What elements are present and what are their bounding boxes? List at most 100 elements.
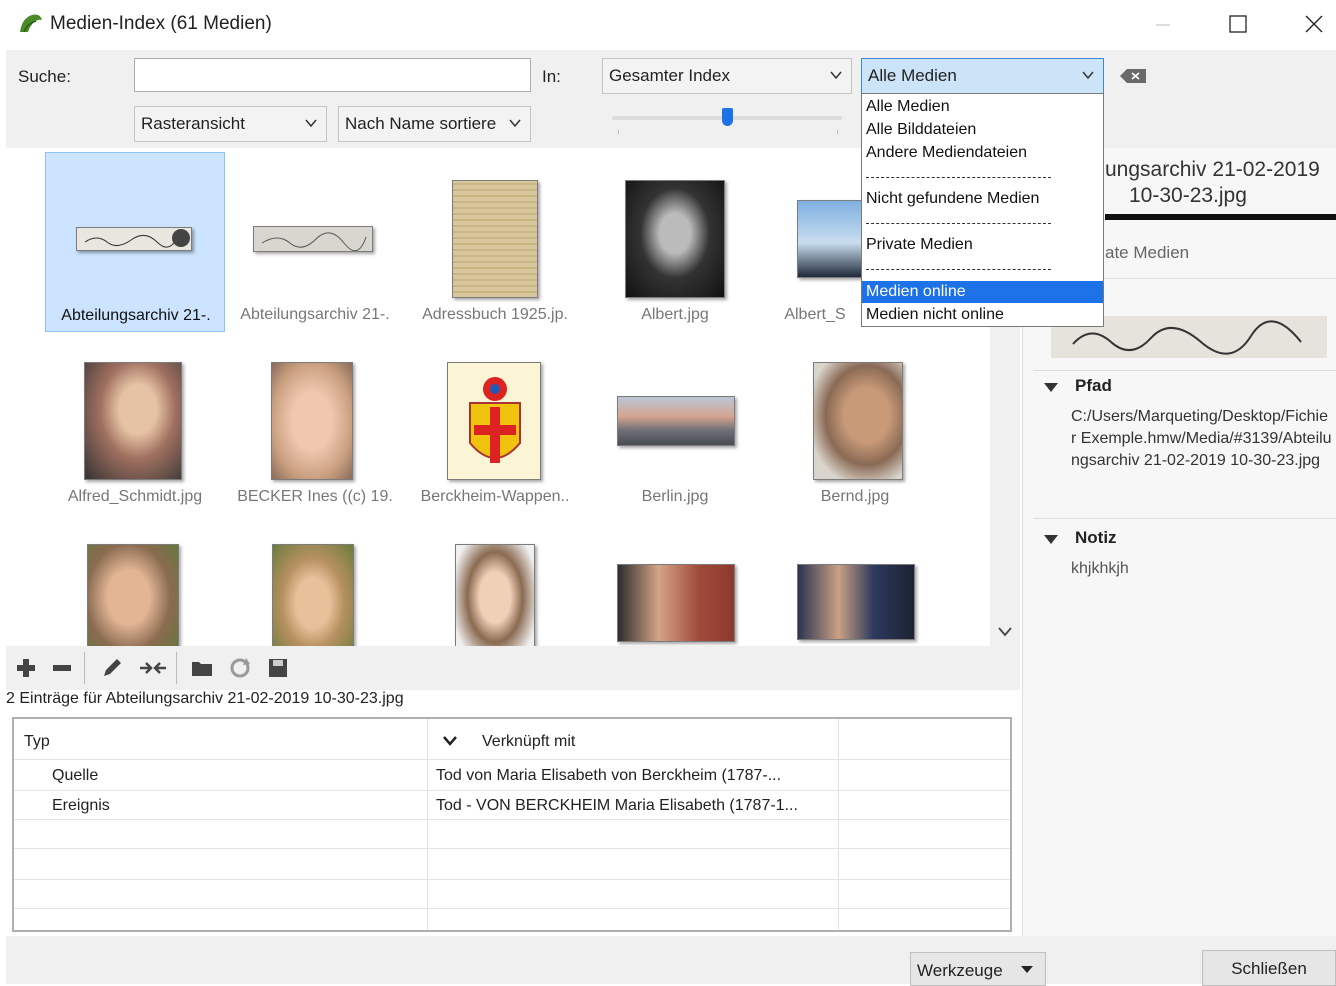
media-item[interactable] <box>405 516 585 646</box>
media-item[interactable] <box>585 516 765 646</box>
scope-select[interactable]: Gesamter Index <box>602 58 852 94</box>
search-label: Suche: <box>18 67 71 86</box>
media-thumbnail <box>272 544 354 646</box>
tools-label: Werkzeuge <box>917 961 1003 980</box>
coat-of-arms-image <box>469 377 521 463</box>
media-item[interactable] <box>765 516 945 646</box>
media-item[interactable]: Abteilungsarchiv 21-. <box>45 152 225 332</box>
column-header-type[interactable]: Typ <box>24 733 50 751</box>
filter-option-other-media[interactable]: Andere Mediendateien <box>862 142 1103 164</box>
section-divider <box>1033 370 1336 371</box>
column-divider <box>838 719 839 930</box>
media-thumbnail <box>253 226 373 252</box>
media-thumbnail <box>84 362 182 480</box>
filter-option-all-images[interactable]: Alle Bilddateien <box>862 119 1103 141</box>
section-divider <box>1033 518 1336 519</box>
collapse-triangle-icon[interactable] <box>1043 532 1059 546</box>
media-thumbnail <box>617 564 735 642</box>
tools-menu-button[interactable]: Werkzeuge <box>910 952 1046 986</box>
note-label: Notiz <box>1075 528 1117 547</box>
media-item[interactable] <box>45 516 225 646</box>
chevron-down-icon <box>830 71 842 80</box>
zoom-slider[interactable] <box>612 108 842 138</box>
media-thumbnail <box>617 396 735 446</box>
media-caption: Alfred_Schmidt.jpg <box>67 488 203 505</box>
media-item[interactable]: Berckheim-Wappen.. <box>405 334 585 514</box>
sort-descending-icon[interactable] <box>442 735 458 747</box>
media-item[interactable]: Berlin.jpg <box>585 334 765 514</box>
refresh-icon[interactable] <box>228 656 252 680</box>
dialog-footer: Werkzeuge Schließen <box>6 936 1336 986</box>
filter-option-offline-media[interactable]: Medien nicht online <box>862 304 1103 326</box>
view-mode-select[interactable]: Rasteransicht <box>134 106 327 142</box>
row-divider <box>14 848 1010 849</box>
link-target-cell[interactable]: Tod - VON BERCKHEIM Maria Elisabeth (178… <box>436 797 798 815</box>
media-caption: Bernd.jpg <box>820 488 890 505</box>
media-item[interactable]: Alfred_Schmidt.jpg <box>45 334 225 514</box>
row-divider <box>14 908 1010 909</box>
minimize-button[interactable] <box>1140 8 1186 42</box>
collapse-triangle-icon[interactable] <box>1043 380 1059 394</box>
media-item[interactable]: Bernd.jpg <box>765 334 945 514</box>
media-thumbnail <box>797 564 915 640</box>
zoom-slider-ticks <box>618 130 838 134</box>
link-target-cell[interactable]: Tod von Maria Elisabeth von Berckheim (1… <box>436 767 781 785</box>
media-filter-value: Alle Medien <box>868 66 957 85</box>
folder-icon[interactable] <box>190 656 214 680</box>
edit-pencil-icon[interactable] <box>100 656 124 680</box>
details-title-line2: 10-30-23.jpg <box>1129 184 1247 207</box>
media-caption: Albert_S <box>784 306 846 323</box>
clear-filter-icon[interactable] <box>1118 66 1148 86</box>
media-thumbnail <box>76 227 192 251</box>
dropdown-arrow-icon <box>1021 966 1033 973</box>
toolbar-separator <box>176 652 177 684</box>
scope-label: In: <box>542 67 561 86</box>
column-header-linked[interactable]: Verknüpft mit <box>482 733 575 751</box>
dropdown-separator <box>866 177 1051 178</box>
filter-option-missing-media[interactable]: Nicht gefundene Medien <box>862 188 1103 210</box>
media-caption: Abteilungsarchiv 21-. <box>240 306 390 323</box>
media-filter-select[interactable]: Alle Medien <box>861 58 1104 94</box>
media-actions-toolbar <box>6 646 1020 690</box>
media-caption: Berlin.jpg <box>641 488 709 505</box>
media-item[interactable]: Albert.jpg <box>585 152 765 332</box>
remove-icon[interactable] <box>50 656 74 680</box>
column-divider <box>427 719 428 930</box>
link-type-cell[interactable]: Ereignis <box>52 797 110 815</box>
media-filter-dropdown: Alle Medien Alle Bilddateien Andere Medi… <box>861 93 1104 327</box>
save-icon[interactable] <box>266 656 290 680</box>
maximize-button[interactable] <box>1214 8 1260 42</box>
media-caption: Albert.jpg <box>641 306 709 323</box>
close-window-button[interactable] <box>1290 8 1336 42</box>
sort-value: Nach Name sortiere <box>345 114 497 133</box>
media-item[interactable]: Adressbuch 1925.jp. <box>405 152 585 332</box>
media-caption: BECKER Ines ((c) 19. <box>237 488 393 505</box>
media-thumbnail <box>447 362 541 480</box>
replace-arrows-icon[interactable] <box>138 656 168 680</box>
links-table: Typ Verknüpft mit Quelle Tod von Maria E… <box>12 717 1012 932</box>
filter-option-private-media[interactable]: Private Medien <box>862 234 1103 256</box>
media-item[interactable] <box>225 516 405 646</box>
privacy-status: ate Medien <box>1105 243 1190 262</box>
filter-option-all-media[interactable]: Alle Medien <box>862 96 1103 118</box>
link-type-cell[interactable]: Quelle <box>52 767 98 785</box>
search-input[interactable] <box>134 58 531 92</box>
add-icon[interactable] <box>14 656 38 680</box>
details-title-line1: ungsarchiv 21-02-2019 <box>1105 158 1320 181</box>
window-title: Medien-Index (61 Medien) <box>50 13 272 34</box>
path-label: Pfad <box>1075 376 1112 395</box>
media-item[interactable]: BECKER Ines ((c) 19. <box>225 334 405 514</box>
maximize-icon <box>1229 15 1247 33</box>
toolbar-separator <box>84 652 85 684</box>
signature-image <box>84 229 190 248</box>
media-thumbnail <box>455 544 535 646</box>
scroll-down-icon[interactable] <box>997 626 1013 638</box>
close-button[interactable]: Schließen <box>1202 950 1336 986</box>
media-item[interactable]: Abteilungsarchiv 21-. <box>225 152 405 332</box>
filter-option-online-media[interactable]: Medien online <box>862 281 1103 303</box>
zoom-slider-thumb[interactable] <box>722 108 733 126</box>
row-divider <box>14 759 1010 760</box>
sort-select[interactable]: Nach Name sortiere <box>338 106 531 142</box>
media-thumbnail <box>271 362 353 480</box>
details-divider <box>1105 214 1336 220</box>
